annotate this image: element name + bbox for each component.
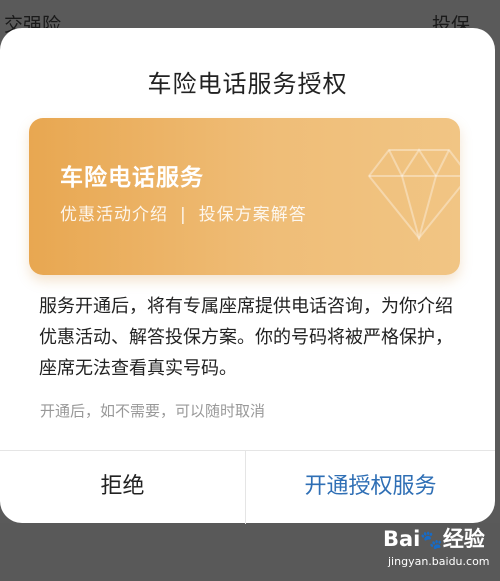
card-subtitle: 优惠活动介绍 | 投保方案解答 xyxy=(60,200,307,225)
authorization-dialog: 车险电话服务授权 车险电话服务 优惠活动介绍 | 投保方案解答 服务开通后，将有专属… xyxy=(0,28,495,524)
service-card: 车险电话服务 优惠活动介绍 | 投保方案解答 xyxy=(29,118,460,275)
baidu-watermark: Bai🐾经验 jingyan.baidu.com xyxy=(378,521,498,581)
dialog-title: 车险电话服务授权 xyxy=(147,70,348,98)
watermark-brand-suffix: 经验 xyxy=(442,527,485,551)
card-title: 车险电话服务 xyxy=(60,165,204,191)
diamond-icon xyxy=(367,148,460,242)
card-subtitle-discounts: 优惠活动介绍 xyxy=(60,205,168,225)
paw-icon: 🐾 xyxy=(420,530,443,551)
card-subtitle-separator: | xyxy=(180,205,187,225)
watermark-logo: Bai🐾经验 xyxy=(383,523,485,553)
enable-authorization-button[interactable]: 开通授权服务 xyxy=(246,451,495,524)
watermark-brand: Bai xyxy=(383,527,421,551)
watermark-url: jingyan.baidu.com xyxy=(388,555,490,568)
card-subtitle-plans: 投保方案解答 xyxy=(198,205,307,225)
reject-button[interactable]: 拒绝 xyxy=(0,451,245,524)
service-description: 服务开通后，将有专属座席提供电话咨询，为你介绍优惠活动、解答投保方案。你的号码将… xyxy=(39,296,453,379)
dialog-footer: 拒绝 开通授权服务 xyxy=(0,450,495,524)
cancel-note: 开通后，如不需要，可以随时取消 xyxy=(40,402,266,420)
